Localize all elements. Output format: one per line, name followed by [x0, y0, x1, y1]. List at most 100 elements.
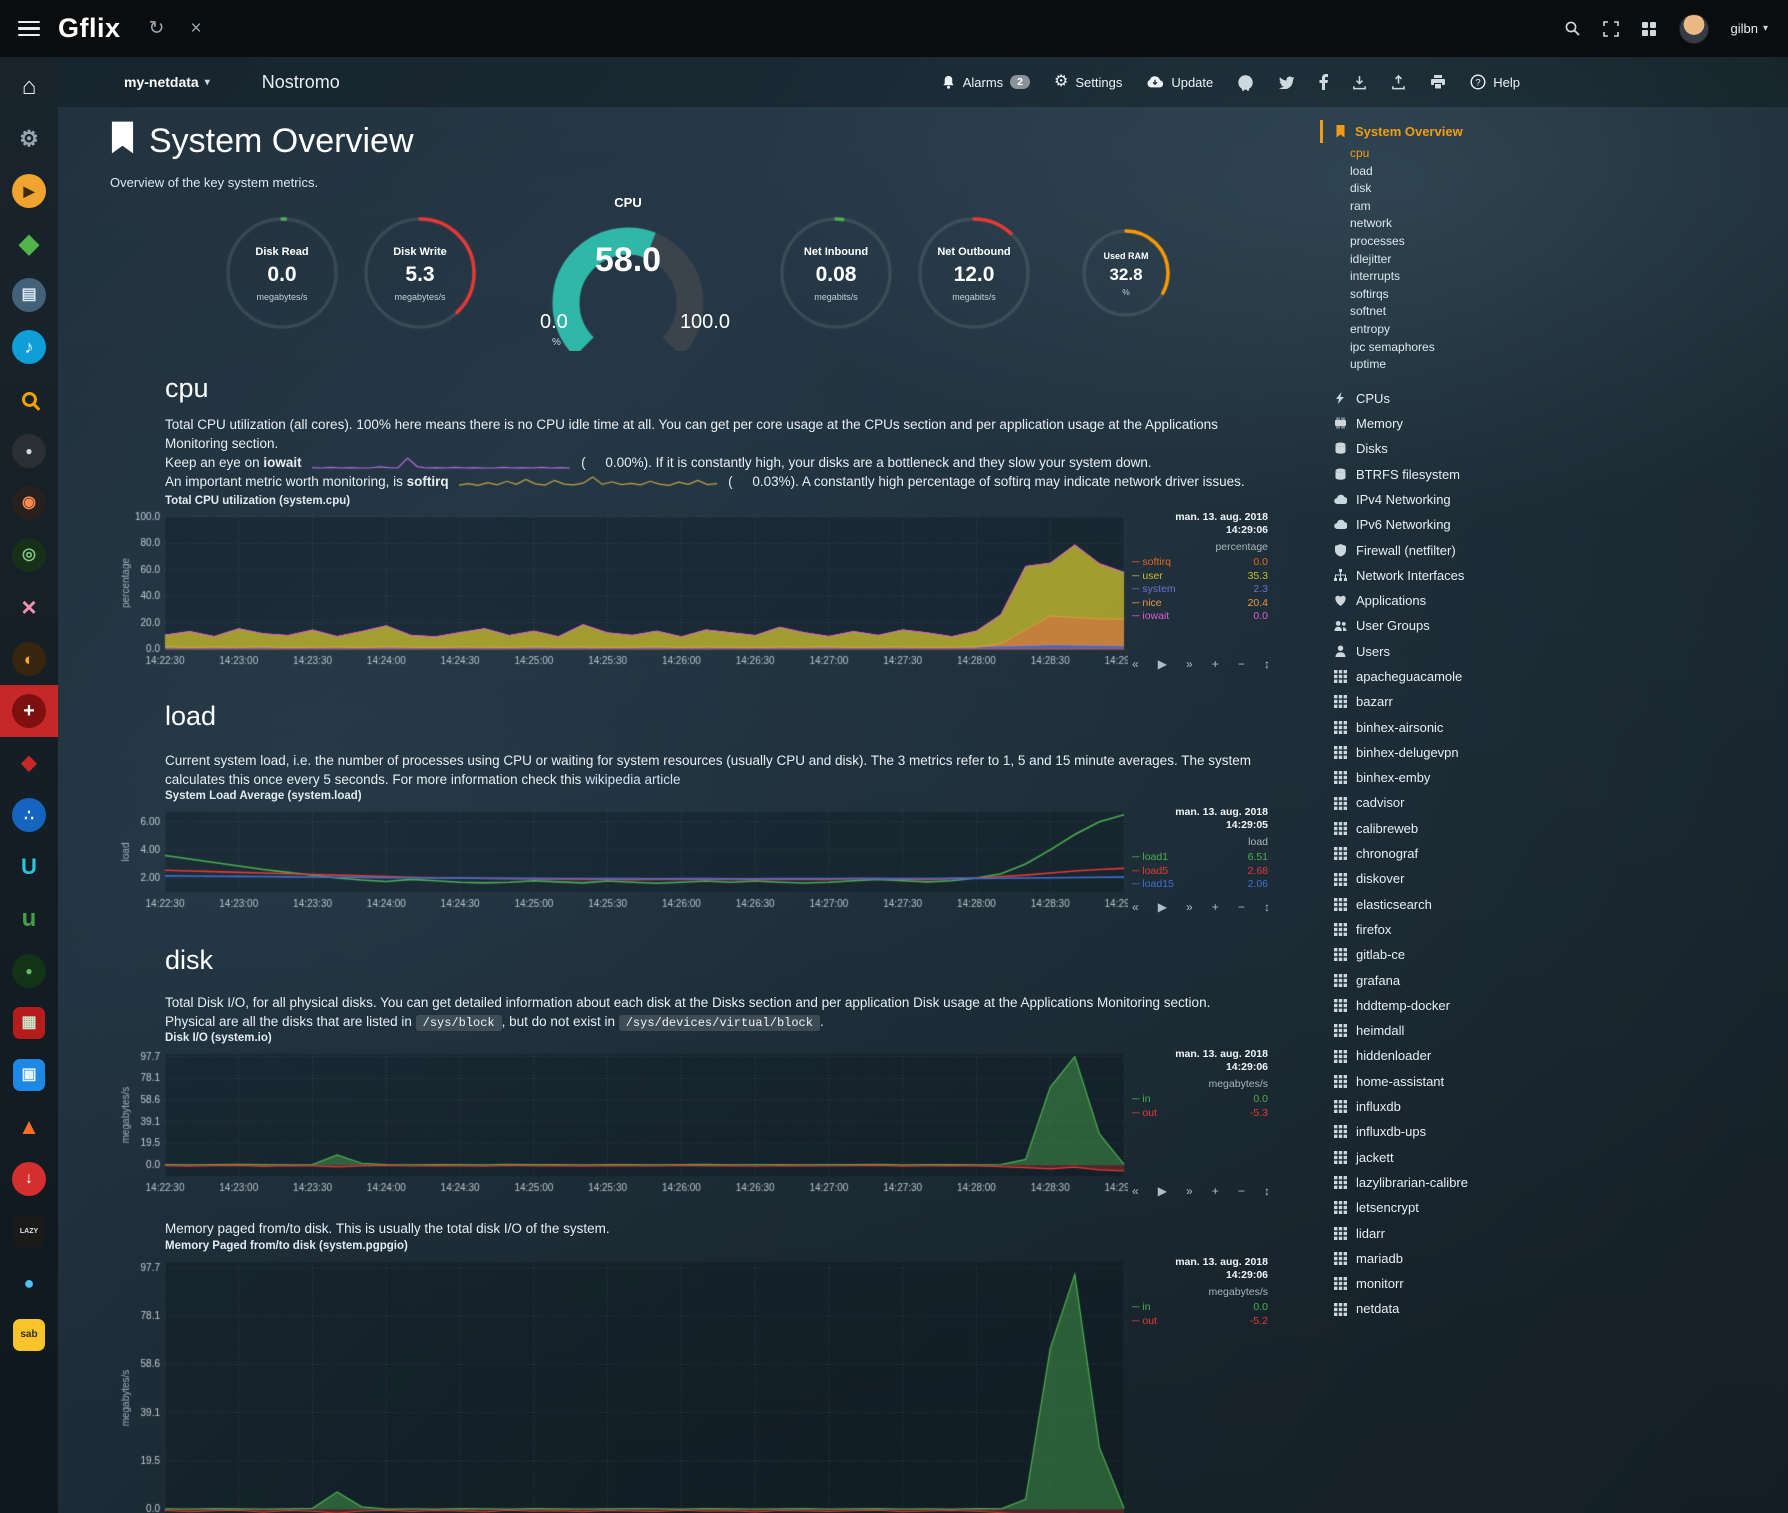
- sidebar-app-red-diamond[interactable]: ◆: [0, 737, 58, 789]
- chart-canvas-load[interactable]: [118, 806, 1128, 914]
- github-button[interactable]: [1237, 74, 1254, 91]
- sidebar-item-influxdb-ups[interactable]: influxdb-ups: [1320, 1119, 1788, 1144]
- sidebar-item-cadvisor[interactable]: cadvisor: [1320, 790, 1788, 815]
- sidebar-item-bazarr[interactable]: bazarr: [1320, 689, 1788, 714]
- gauge-net-inbound[interactable]: Net Inbound0.08megabits/s: [776, 213, 896, 333]
- sidebar-item-firefox[interactable]: firefox: [1320, 917, 1788, 942]
- chart-load-average[interactable]: System Load Average (system.load)man. 13…: [118, 790, 1278, 922]
- sidebar-home[interactable]: ⌂: [0, 61, 58, 113]
- pan-forward-icon[interactable]: »: [1186, 1184, 1193, 1198]
- sidebar-item-elasticsearch[interactable]: elasticsearch: [1320, 892, 1788, 917]
- sidebar-item-heimdall[interactable]: heimdall: [1320, 1018, 1788, 1043]
- twitter-button[interactable]: [1278, 75, 1295, 89]
- zoom-in-icon[interactable]: +: [1212, 657, 1219, 671]
- update-button[interactable]: Update: [1146, 75, 1213, 90]
- host-selector[interactable]: my-netdata▾: [124, 74, 210, 90]
- sidebar-item-ipv6-networking[interactable]: IPv6 Networking: [1320, 512, 1788, 537]
- pan-forward-icon[interactable]: »: [1186, 657, 1193, 671]
- sidebar-settings[interactable]: ⚙: [0, 113, 58, 165]
- pan-backward-icon[interactable]: «: [1132, 1184, 1139, 1198]
- sidebar-app-gitlab[interactable]: ▲: [0, 1101, 58, 1153]
- legend-item-out[interactable]: ─ out-5.3: [1132, 1107, 1268, 1121]
- sidebar-item-processes[interactable]: processes: [1320, 233, 1788, 251]
- zoom-in-icon[interactable]: +: [1212, 900, 1219, 914]
- sidebar-item-influxdb[interactable]: influxdb: [1320, 1094, 1788, 1119]
- sidebar-item-cpu[interactable]: cpu: [1320, 145, 1788, 163]
- sidebar-app-docker[interactable]: ▤: [0, 269, 58, 321]
- wikipedia-link[interactable]: wikipedia article: [585, 772, 680, 787]
- sidebar-item-mariadb[interactable]: mariadb: [1320, 1246, 1788, 1271]
- import-button[interactable]: [1352, 75, 1367, 90]
- sidebar-app-droplet[interactable]: ●: [0, 1257, 58, 1309]
- sidebar-app-red-tile[interactable]: ▦: [0, 997, 58, 1049]
- legend-item-load1[interactable]: ─ load16.51: [1132, 851, 1268, 865]
- sidebar-item-applications[interactable]: Applications: [1320, 588, 1788, 613]
- avatar[interactable]: [1679, 14, 1709, 44]
- legend-item-softirq[interactable]: ─ softirq0.0: [1132, 556, 1268, 570]
- fullscreen-icon[interactable]: [1603, 21, 1619, 37]
- pan-backward-icon[interactable]: «: [1132, 657, 1139, 671]
- gauge-disk-read[interactable]: Disk Read0.0megabytes/s: [222, 213, 342, 333]
- legend-item-system[interactable]: ─ system2.3: [1132, 583, 1268, 597]
- sidebar-item-user-groups[interactable]: User Groups: [1320, 613, 1788, 638]
- settings-button[interactable]: ⚙Settings: [1054, 74, 1122, 90]
- sidebar-item-disk[interactable]: disk: [1320, 180, 1788, 198]
- sidebar-app-blue-tile[interactable]: ▣: [0, 1049, 58, 1101]
- sidebar-item-cpus[interactable]: CPUs: [1320, 386, 1788, 411]
- sidebar-item-load[interactable]: load: [1320, 163, 1788, 181]
- sidebar-app-lazylibrarian[interactable]: LAZY: [0, 1205, 58, 1257]
- play-icon[interactable]: ▶: [1158, 900, 1167, 914]
- sidebar-app-airsonic[interactable]: ♪: [0, 321, 58, 373]
- sidebar-item-memory[interactable]: Memory: [1320, 411, 1788, 436]
- gauge-net-outbound[interactable]: Net Outbound12.0megabits/s: [914, 213, 1034, 333]
- facebook-button[interactable]: [1319, 74, 1328, 90]
- sidebar-item-softnet[interactable]: softnet: [1320, 303, 1788, 321]
- sidebar-app-shield-active[interactable]: +: [0, 685, 58, 737]
- sidebar-app-dark[interactable]: ●: [0, 425, 58, 477]
- resize-handle-icon[interactable]: ↕: [1264, 900, 1270, 914]
- search-icon[interactable]: [1564, 20, 1581, 37]
- chart-canvas-disk[interactable]: [118, 1048, 1128, 1198]
- sidebar-item-ipc-semaphores[interactable]: ipc semaphores: [1320, 339, 1788, 357]
- sidebar-item-netdata[interactable]: netdata: [1320, 1296, 1788, 1321]
- sidebar-app-emby[interactable]: ◆: [0, 217, 58, 269]
- zoom-in-icon[interactable]: +: [1212, 1184, 1219, 1198]
- sidebar-item-firewall-netfilter-[interactable]: Firewall (netfilter): [1320, 538, 1788, 563]
- user-menu[interactable]: gilbn▾: [1731, 21, 1769, 36]
- sidebar-item-calibreweb[interactable]: calibreweb: [1320, 816, 1788, 841]
- sidebar-item-btrfs-filesystem[interactable]: BTRFS filesystem: [1320, 462, 1788, 487]
- sidebar-app-plex[interactable]: ▶: [0, 165, 58, 217]
- sidebar-item-network[interactable]: network: [1320, 215, 1788, 233]
- sidebar-app-unraid[interactable]: U: [0, 841, 58, 893]
- sidebar-item-ram[interactable]: ram: [1320, 198, 1788, 216]
- sidebar-app-sabnzbd[interactable]: sab: [0, 1309, 58, 1361]
- sidebar-item-hiddenloader[interactable]: hiddenloader: [1320, 1043, 1788, 1068]
- play-icon[interactable]: ▶: [1158, 1184, 1167, 1198]
- sidebar-app-cloud-dots[interactable]: ∴: [0, 789, 58, 841]
- play-icon[interactable]: ▶: [1158, 657, 1167, 671]
- sidebar-item-lidarr[interactable]: lidarr: [1320, 1221, 1788, 1246]
- gauge-disk-write[interactable]: Disk Write5.3megabytes/s: [360, 213, 480, 333]
- legend-item-in[interactable]: ─ in0.0: [1132, 1093, 1268, 1107]
- sidebar-item-binhex-airsonic[interactable]: binhex-airsonic: [1320, 715, 1788, 740]
- iowait-sparkline[interactable]: [311, 456, 571, 470]
- sidebar-item-network-interfaces[interactable]: Network Interfaces: [1320, 563, 1788, 588]
- help-button[interactable]: ? Help: [1470, 74, 1520, 90]
- legend-item-nice[interactable]: ─ nice20.4: [1132, 597, 1268, 611]
- sidebar-item-chronograf[interactable]: chronograf: [1320, 841, 1788, 866]
- resize-handle-icon[interactable]: ↕: [1264, 657, 1270, 671]
- sidebar-item-apacheguacamole[interactable]: apacheguacamole: [1320, 664, 1788, 689]
- export-button[interactable]: [1391, 75, 1406, 90]
- chart-memory-paged[interactable]: Memory Paged from/to disk (system.pgpgio…: [118, 1240, 1278, 1513]
- sidebar-item-home-assistant[interactable]: home-assistant: [1320, 1069, 1788, 1094]
- sidebar-item-grafana[interactable]: grafana: [1320, 968, 1788, 993]
- zoom-out-icon[interactable]: −: [1238, 1184, 1245, 1198]
- sidebar-item-ipv4-networking[interactable]: IPv4 Networking: [1320, 487, 1788, 512]
- menu-icon[interactable]: [0, 21, 58, 37]
- sidebar-item-monitorr[interactable]: monitorr: [1320, 1271, 1788, 1296]
- sidebar-app-deluge[interactable]: u: [0, 893, 58, 945]
- sidebar-item-interrupts[interactable]: interrupts: [1320, 268, 1788, 286]
- legend-item-out[interactable]: ─ out-5.2: [1132, 1315, 1268, 1329]
- sidebar-app-jackett[interactable]: ◉: [0, 477, 58, 529]
- gauge-used-ram[interactable]: Used RAM32.8%: [1078, 225, 1174, 321]
